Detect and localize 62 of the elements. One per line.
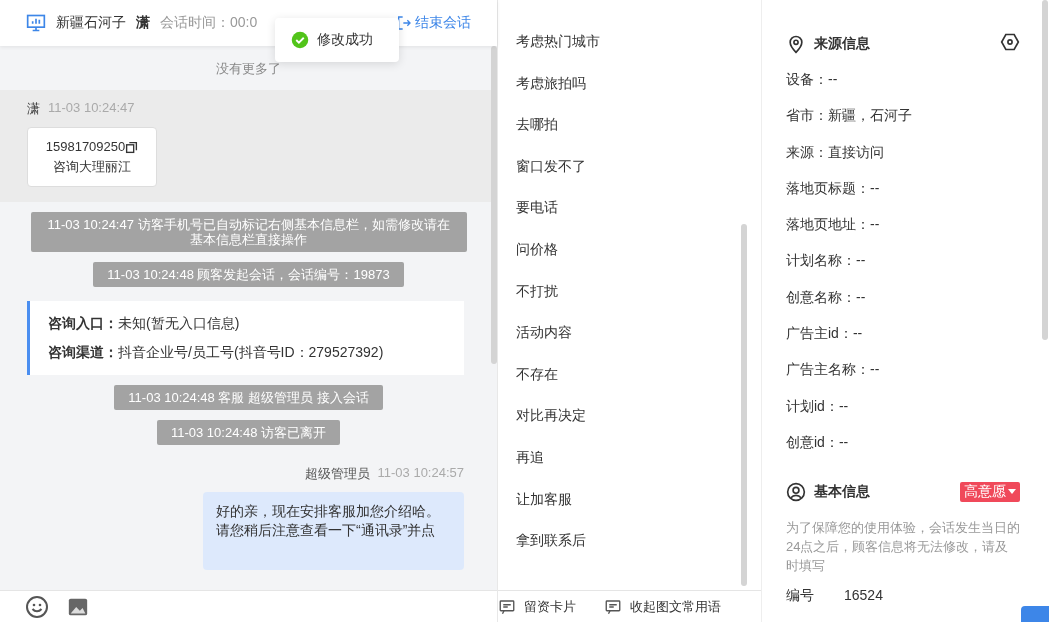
system-notice: 11-03 10:24:48 客服 超级管理员 接入会话 (114, 385, 383, 410)
info-field: 省市：新疆，石河子 (786, 107, 912, 124)
monitor-icon (26, 13, 46, 33)
info-field: 落地页地址：-- (786, 216, 880, 233)
copy-icon (125, 140, 139, 154)
system-notice: 11-03 10:24:47 访客手机号已自动标记右侧基本信息栏，如需修改请在基本信息栏直接操作 (30, 212, 467, 252)
info-field: 计划id：-- (786, 397, 849, 414)
sender-name: 潇 (27, 100, 40, 118)
info-field: 广告主id：-- (786, 325, 863, 342)
entry-value: 未知(暂无入口信息) (118, 315, 240, 331)
message-time: 11-03 10:24:47 (48, 100, 135, 117)
quick-reply-item[interactable]: 再追 (516, 444, 544, 487)
chat-card-icon (604, 597, 622, 616)
quick-reply-item[interactable]: 拿到联系后 (516, 528, 586, 570)
entry-value: 抖音企业号/员工号(抖音号ID：279527392) (118, 344, 384, 360)
quick-reply-item[interactable]: 问价格 (516, 236, 558, 279)
message-text: 咨询大理丽江 (53, 159, 131, 174)
sender-name: 超级管理员 (304, 465, 370, 483)
quick-reply-item[interactable]: 不打扰 (516, 278, 558, 321)
section-title: 基本信息 (814, 483, 870, 502)
system-notice: 11-03 10:24:48 访客已离开 (156, 420, 341, 445)
quick-reply-item[interactable]: 去哪拍 (516, 112, 558, 154)
info-field: 设备：-- (786, 71, 838, 87)
entry-label: 咨询渠道： (48, 344, 118, 360)
hexagon-settings-icon (1000, 32, 1020, 52)
toast-text: 修改成功 (317, 31, 373, 49)
quick-reply-item[interactable]: 考虑旅拍吗 (516, 70, 586, 113)
info-field: 创意名称：-- (786, 288, 866, 305)
location-pin-icon (786, 33, 806, 54)
session-time: 会话时间：00:0 (160, 14, 258, 32)
info-field: 计划名称：-- (786, 252, 866, 269)
chat-card-icon (498, 597, 516, 616)
no-more-text: 没有更多了 (215, 60, 282, 78)
message-time: 11-03 10:24:57 (377, 465, 464, 482)
visitor-name: 潇 (136, 14, 150, 32)
info-field: 创意id：-- (786, 433, 849, 450)
visitor-location: 新疆石河子 (56, 14, 126, 32)
toolbar-action[interactable]: 留资卡片 (498, 597, 576, 616)
quick-reply-item[interactable]: 让加客服 (516, 486, 572, 529)
quick-reply-item[interactable]: 要电话 (516, 195, 558, 237)
intent-dropdown[interactable]: 高意愿 (960, 482, 1020, 503)
quick-reply-item[interactable]: 对比再决定 (516, 403, 586, 445)
info-field: 落地页标题：-- (786, 179, 880, 196)
toolbar-action[interactable]: 收起图文常用语 (604, 597, 721, 616)
field-label: 编号 (786, 587, 814, 606)
message-bubble: 好的亲，现在安排客服加您介绍哈。请您稍后注意查看一下“通讯录”并点 (203, 492, 464, 570)
phone-number: 15981709250 (45, 138, 126, 156)
quick-reply-item[interactable]: 不存在 (516, 361, 558, 404)
field-value: 16524 (844, 587, 883, 606)
notice-text: 为了保障您的使用体验，会话发生当日的24点之后，顾客信息将无法修改，请及时填写 (786, 519, 1020, 576)
info-field: 来源：直接访问 (786, 143, 884, 160)
system-notice: 11-03 10:24:48 顾客发起会话，会话编号：19873 (93, 262, 404, 287)
caret-icon (1008, 489, 1016, 496)
quick-reply-item[interactable]: 窗口发不了 (516, 153, 586, 196)
quick-reply-item[interactable]: 活动内容 (516, 320, 572, 362)
user-circle-icon (786, 482, 806, 503)
quick-reply-item[interactable]: 考虑热门城市 (516, 29, 600, 71)
info-field: 广告主名称：-- (786, 361, 880, 378)
smiley-icon (25, 594, 49, 619)
entry-label: 咨询入口： (48, 315, 118, 331)
check-circle-icon (291, 31, 309, 49)
section-title: 来源信息 (814, 34, 870, 53)
